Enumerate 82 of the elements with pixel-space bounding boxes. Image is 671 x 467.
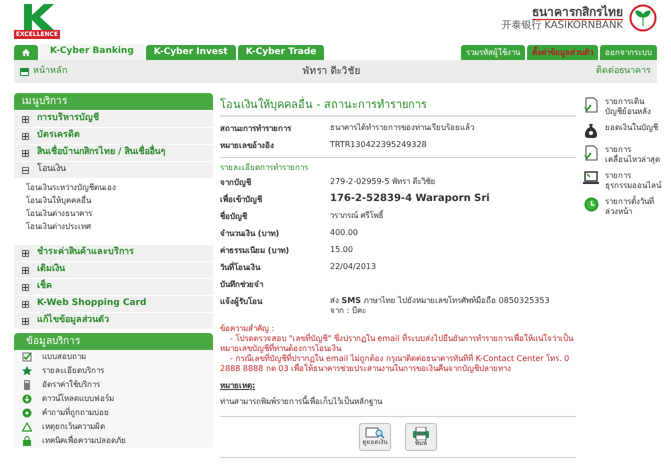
laptop-icon	[583, 171, 599, 185]
warning-icon	[22, 422, 32, 432]
document-check-icon	[584, 145, 598, 161]
submenu-item[interactable]: โอนเงินให้บุคคลอื่น	[26, 194, 201, 207]
expand-icon[interactable]	[22, 318, 29, 324]
submenu-item[interactable]: โอนเงินระหว่างบัญชีตนเอง	[26, 181, 201, 194]
expand-icon[interactable]	[22, 266, 29, 274]
quick-link[interactable]: รายการตั้งวันที่ ล่วงหน้า	[605, 197, 654, 217]
download-icon	[22, 394, 32, 404]
info-link[interactable]: แบบสอบถาม	[42, 351, 86, 363]
field-value: 176-2-52839-4 Waraporn Sri	[330, 192, 491, 206]
info-link[interactable]: อัตราค่าใช้บริการ	[42, 379, 100, 391]
money-bag-icon	[584, 123, 598, 139]
expand-icon[interactable]	[22, 116, 29, 122]
menu-item[interactable]: ชำระค่าสินค้าและบริการ	[37, 246, 134, 260]
field-label: จำนวนเงิน (บาท)	[220, 228, 280, 240]
notice-text: - โปรดตรวจสอบ "เลขที่บัญชี" ซึ่งปรากฏใน email ที่ระบบส่งไปยืนยันการทำรายการเพื่อให้แน่ใจว่าเป็นหมายเลขบัญชีที่ท่านต้องการโอนเงิน	[220, 334, 574, 353]
panel-title: ข้อมูลบริการ	[14, 333, 213, 350]
info-link[interactable]: รายละเอียดบริการ	[42, 365, 104, 377]
expand-icon[interactable]	[22, 284, 29, 290]
info-link[interactable]: เหตุยกเว้นความผิด	[42, 421, 105, 433]
submenu-item[interactable]: โอนเงินต่างธนาคาร	[26, 207, 201, 220]
section-title: รายละเอียดการทำรายการ	[220, 162, 309, 174]
printer-icon	[412, 426, 430, 440]
field-label: จากบัญชี	[220, 177, 252, 190]
remark-text: ท่านสามารถพิมพ์รายการนี้เพื่อเก็บไว้เป็นหลักฐาน	[220, 396, 576, 417]
notice-text: - กรณีเลขที่บัญชีที่ปรากฏใน email ไม่ถูกต้อง กรุณาติดต่อธนาคารทันทีที่ K-Contact Center โทร. 0 2888 8888 กด 03 เพื่อให้ธนาคารช่วยประสานงานในการขอเงินคืนจากบัญชีปลายทาง	[220, 354, 570, 374]
expand-icon[interactable]	[22, 132, 29, 140]
calculator-icon	[22, 380, 32, 390]
expand-icon[interactable]	[22, 250, 29, 256]
field-value: 279-2-02959-5 พัทรา ดีะวิชัย	[330, 176, 437, 188]
star-icon	[22, 366, 32, 376]
expand-icon[interactable]	[22, 150, 29, 156]
field-label: ค่าธรรมเนียม (บาท)	[220, 245, 290, 257]
lock-icon	[22, 436, 32, 446]
checkbox-icon	[22, 352, 32, 362]
field-value: 22/04/2013	[330, 261, 378, 273]
collapse-icon[interactable]	[22, 166, 29, 174]
home-tab[interactable]	[14, 45, 38, 60]
magnifier-icon	[365, 427, 385, 439]
submenu-item[interactable]: โอนเงินต่างประเทศ	[26, 220, 201, 233]
info-link[interactable]: ดาวน์โหลดแบบฟอร์ม	[42, 393, 114, 405]
field-label: วันที่โอนเงิน	[220, 260, 262, 274]
field-value: ส่ง SMS ภาษาไทย ไปยังหมายเลขโทรศัพท์มือถือ 0850325353 จาก : บีคะ	[330, 294, 551, 317]
field-label: เพื่อเข้าบัญชี	[220, 192, 264, 206]
info-link[interactable]: คำถามที่ถูกถามบ่อย	[42, 407, 109, 419]
menu-item[interactable]: สินเชื่อบ้านกสิกรไทย / สินเชื่ออื่นๆ	[37, 146, 166, 160]
page-title: โอนเงินให้บุคคลอื่น - สถานะการทำรายการ	[220, 93, 576, 117]
remark-title: หมายเหตุ:	[220, 380, 256, 392]
field-value: TRTR130422395249328	[330, 139, 428, 151]
bank-name-english: 开泰银行 KASIKORNBANK	[501, 20, 623, 32]
notice-title: ข้อความสำคัญ :	[220, 324, 276, 334]
contact-link[interactable]: ติดต่อธนาคาร	[596, 64, 651, 78]
menu-item[interactable]: K-Web Shopping Card	[37, 297, 146, 311]
menu-item[interactable]: โอนเงิน	[37, 163, 66, 177]
field-label: ชื่อบัญชี	[220, 210, 248, 224]
panel-title: เมนูบริการ	[14, 93, 213, 110]
info-link[interactable]: เทคนิคเพื่อความปลอดภัย	[42, 435, 126, 447]
clock-icon	[584, 197, 598, 212]
menu-item[interactable]: เติมเงิน	[37, 263, 65, 277]
user-name: พัทรา ดีะวิชัย	[302, 64, 361, 79]
field-value: วราภรณ์ ศรีโพธิ์	[330, 208, 385, 222]
document-check-icon	[584, 97, 598, 113]
expand-icon[interactable]	[22, 300, 29, 308]
bank-logo-icon	[629, 4, 657, 32]
field-value: ธนาคารได้ทำรายการของท่านเรียบร้อยแล้ว	[330, 122, 475, 134]
field-label: บันทึกช่วยจำ	[220, 279, 264, 291]
menu-item[interactable]: บัตรเครดิต	[37, 129, 80, 143]
menu-item[interactable]: การบริหารบัญชี	[37, 112, 99, 126]
field-label: หมายเลขอ้างอิง	[220, 140, 275, 152]
menu-item[interactable]: แก้ไขข้อมูลส่วนตัว	[37, 314, 109, 328]
home-link[interactable]: หน้าหลัก	[33, 64, 67, 78]
bank-name: ธนาคารกสิกรไทย	[532, 4, 623, 20]
quick-link[interactable]: รายการ เคลื่อนไหวล่าสุด	[605, 145, 660, 165]
quick-link[interactable]: ยอดเงินในบัญชี	[605, 123, 658, 133]
field-label: แจ้งผู้รับโอน	[220, 296, 264, 308]
field-value: 15.00	[330, 244, 354, 256]
field-label: สถานะการทำรายการ	[220, 123, 292, 135]
quick-link[interactable]: รายการ ธุรกรรมออนไลน์	[605, 171, 661, 191]
menu-item[interactable]: เช็ค	[37, 280, 52, 294]
quick-link[interactable]: รายการเดิน บัญชีย้อนหลัง	[605, 97, 651, 117]
field-value: 400.00	[330, 227, 359, 239]
